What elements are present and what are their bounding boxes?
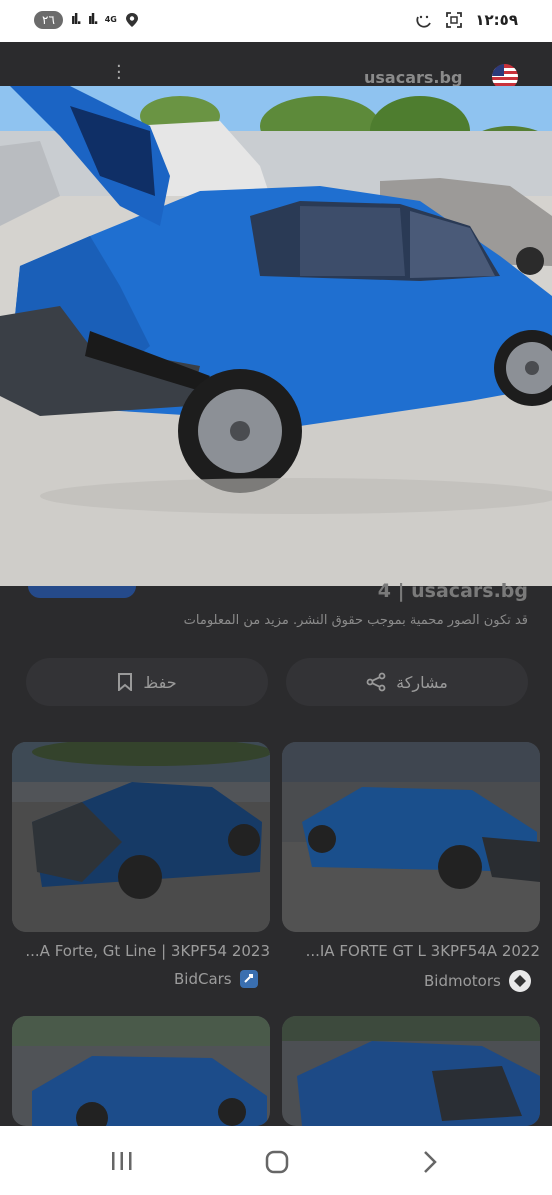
signal-icon-2: ıl. [87,12,99,28]
share-label: مشاركة [396,672,448,692]
system-navigation-bar [0,1126,552,1195]
bidmotors-favicon-icon [508,970,531,992]
result-image-2[interactable] [282,742,540,932]
face-recognition-icon [416,15,432,28]
result-source-1[interactable]: BidCars [174,970,258,988]
visit-button[interactable] [28,586,136,598]
save-button[interactable]: حفظ [26,658,268,706]
image-source-caption: 4 | usacars.bg [377,580,528,602]
result-source-label-2: Bidmotors [424,972,501,990]
result-source-2[interactable]: Bidmotors [424,970,531,992]
more-options-icon[interactable]: · · · [116,58,124,88]
result-source-label-1: BidCars [174,970,232,988]
clock: ١٢:٥٩ [475,11,518,29]
result-image-1[interactable] [12,742,270,932]
recent-apps-icon[interactable] [110,1150,134,1172]
main-car-image[interactable] [0,86,552,586]
result-image-4[interactable] [282,1016,540,1126]
site-name[interactable]: usacars.bg [364,68,462,87]
save-label: حفظ [143,672,177,692]
result-title-2[interactable]: ...IA FORTE GT L 3KPF54A 2022 [280,942,540,960]
status-bar: ٢٦ ıl. ıl. 4G ١٢:٥٩ [0,0,552,42]
network-type: 4G [104,15,117,24]
share-icon [366,672,386,692]
copyright-notice[interactable]: قد تكون الصور محمية بموجب حقوق النشر. مز… [184,613,528,628]
signal-icon: ıl. [70,12,82,28]
notification-count-badge: ٢٦ [34,11,63,29]
bidcars-favicon-icon [239,970,258,988]
bookmark-icon [118,673,133,691]
back-icon[interactable] [420,1149,440,1175]
home-icon[interactable] [264,1149,290,1175]
image-viewer-header [0,42,552,86]
screenshot-icon [446,12,463,28]
location-icon [125,13,138,27]
result-image-3[interactable] [12,1016,270,1126]
share-button[interactable]: مشاركة [286,658,528,706]
result-title-1[interactable]: ...A Forte, Gt Line | 3KPF54 2023 [10,942,270,960]
